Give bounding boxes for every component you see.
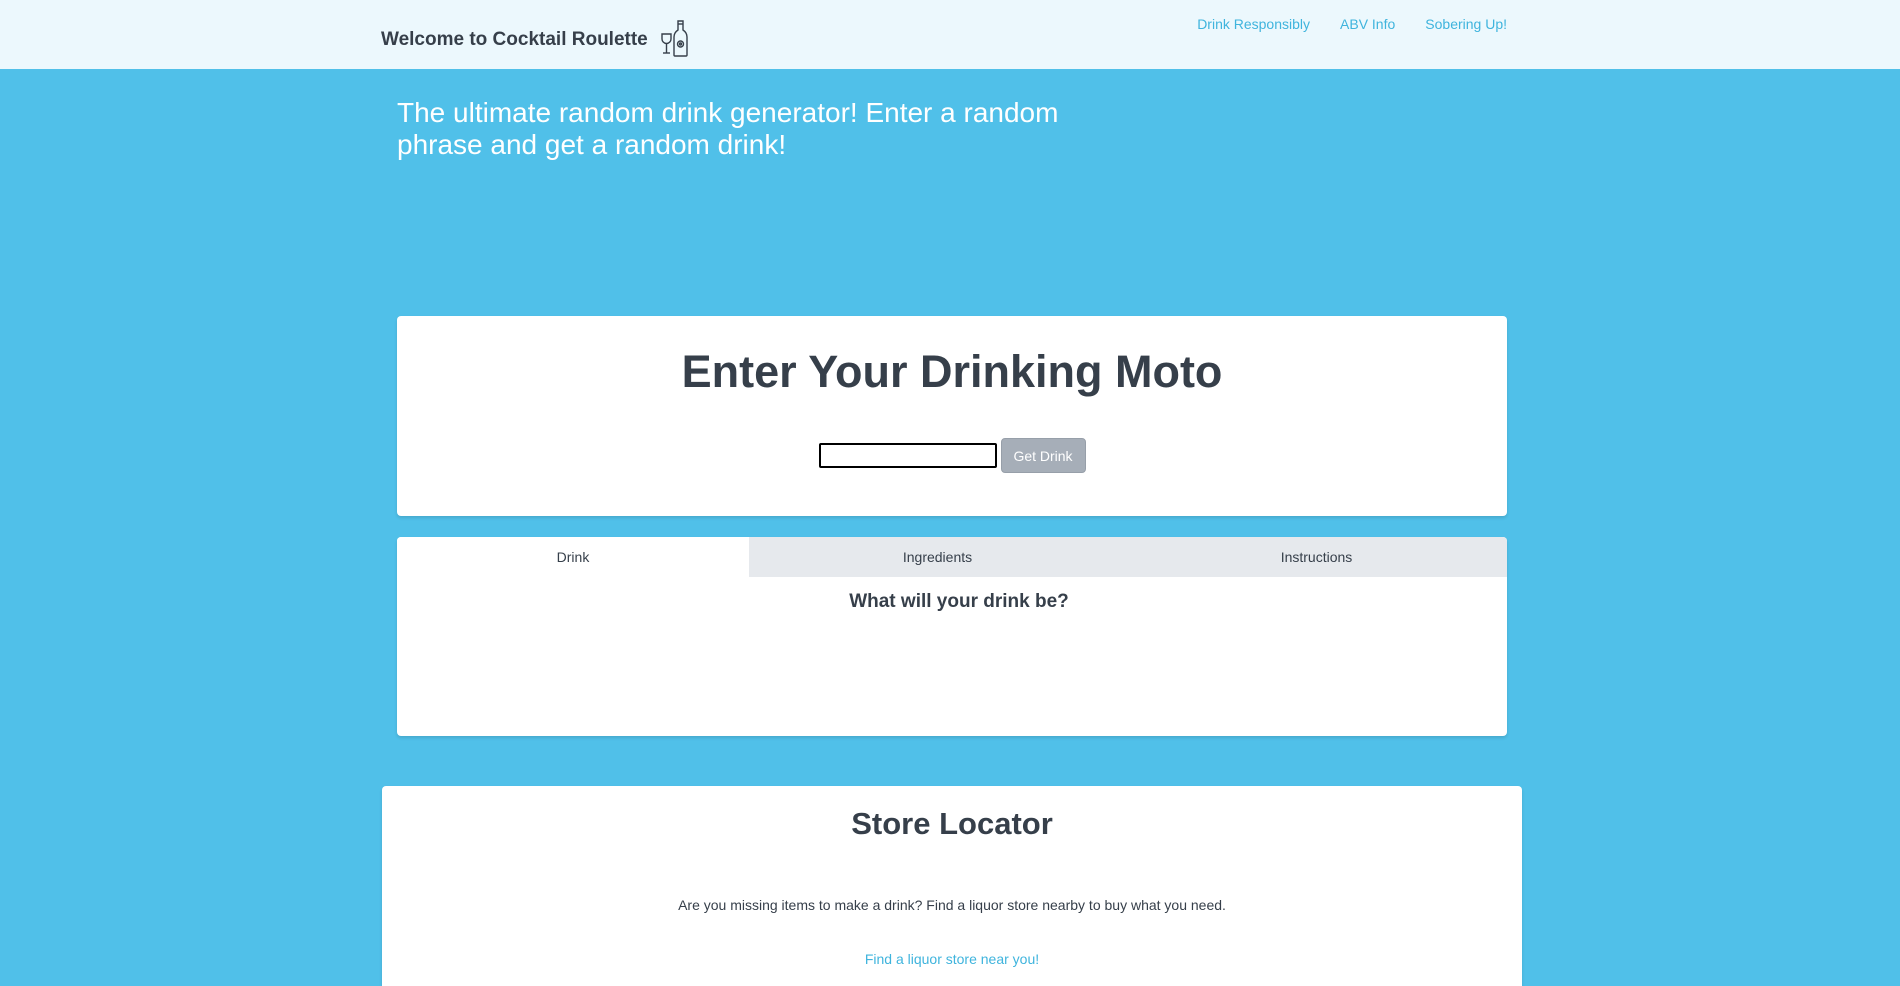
wine-bottle-glass-icon (661, 20, 688, 57)
nav-links: Drink Responsibly ABV Info Sobering Up! (1197, 16, 1507, 32)
nav-link-sobering-up[interactable]: Sobering Up! (1425, 16, 1507, 32)
hero-tagline: The ultimate random drink generator! Ent… (397, 97, 1059, 160)
moto-input[interactable] (818, 443, 997, 468)
navbar: Welcome to Cocktail Roulette Drink Respo… (0, 0, 1900, 69)
brand[interactable]: Welcome to Cocktail Roulette (381, 20, 692, 58)
moto-card: Enter Your Drinking Moto Get Drink (397, 316, 1507, 516)
tab-bar: Drink Ingredients Instructions (397, 537, 1507, 577)
tab-drink[interactable]: Drink (397, 537, 749, 577)
moto-form: Get Drink (397, 438, 1507, 473)
drink-tabs-card: Drink Ingredients Instructions What will… (397, 537, 1507, 736)
tab-instructions[interactable]: Instructions (1126, 537, 1507, 577)
find-store-link[interactable]: Find a liquor store near you! (382, 951, 1522, 967)
get-drink-button[interactable]: Get Drink (1000, 438, 1086, 473)
store-locator-description: Are you missing items to make a drink? F… (678, 897, 1226, 913)
moto-title: Enter Your Drinking Moto (681, 346, 1223, 397)
nav-link-abv-info[interactable]: ABV Info (1340, 16, 1395, 32)
drink-heading: What will your drink be? (849, 591, 1069, 612)
tab-ingredients[interactable]: Ingredients (749, 537, 1126, 577)
store-locator-title: Store Locator (851, 806, 1053, 841)
store-locator-card: Store Locator Are you missing items to m… (382, 786, 1522, 986)
nav-link-drink-responsibly[interactable]: Drink Responsibly (1197, 16, 1310, 32)
brand-title: Welcome to Cocktail Roulette (381, 29, 648, 50)
